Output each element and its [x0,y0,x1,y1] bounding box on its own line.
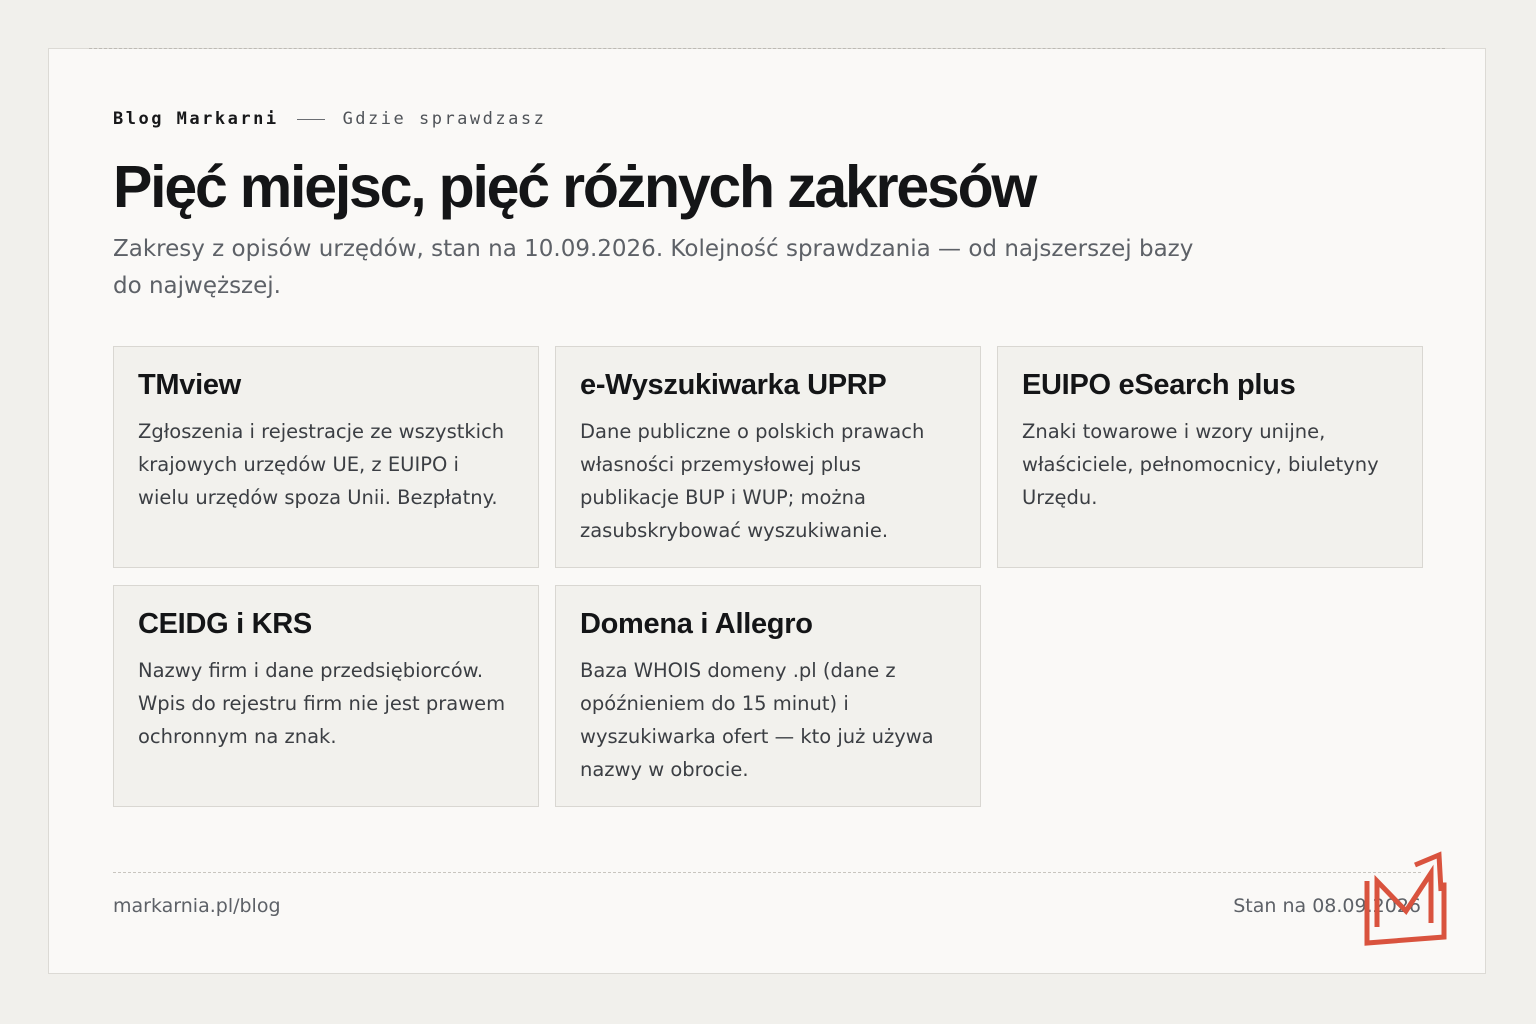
page-subtitle: Zakresy z opisów urzędów, stan na 10.09.… [113,236,1194,299]
blog-url-link[interactable]: markarnia.pl/blog [113,895,281,917]
source-card-title: CEIDG i KRS [138,608,312,640]
footer-divider [113,872,1421,873]
article-card: Blog Markarni Gdzie sprawdzasz Pięć miej… [48,48,1486,974]
source-card-description: Znaki towarowe i wzory unijne, właścicie… [1022,420,1379,509]
page-title: Pięć miejsc, pięć różnych zakresów [113,154,1037,220]
section-label: Gdzie sprawdzasz [342,109,547,129]
source-card-domena-allegro: Domena i Allegro Baza WHOIS domeny .pl (… [555,585,981,807]
source-card-title: Domena i Allegro [580,608,813,640]
source-card-title: EUIPO eSearch plus [1022,369,1296,401]
source-card-title: TMview [138,369,241,401]
blog-brand: Blog Markarni [113,109,279,129]
sources-grid: TMview Zgłoszenia i rejestracje ze wszys… [113,346,1423,807]
top-divider [89,48,1445,49]
eyebrow-dash [296,118,325,120]
source-card-description: Zgłoszenia i rejestracje ze wszystkich k… [138,420,505,509]
source-card-description: Baza WHOIS domeny .pl (dane z opóźnienie… [580,659,934,781]
markarnia-m-logo-icon [1364,851,1447,946]
source-card-description: Dane publiczne o polskich prawach własno… [580,420,925,542]
eyebrow: Blog Markarni Gdzie sprawdzasz [113,109,546,129]
source-card-euipo-esearch-plus: EUIPO eSearch plus Znaki towarowe i wzor… [997,346,1423,568]
source-card-title: e-Wyszukiwarka UPRP [580,369,887,401]
source-card-e-wyszukiwarka-uprp: e-Wyszukiwarka UPRP Dane publiczne o pol… [555,346,981,568]
source-card-tmview: TMview Zgłoszenia i rejestracje ze wszys… [113,346,539,568]
source-card-ceidg-krs: CEIDG i KRS Nazwy firm i dane przedsiębi… [113,585,539,807]
source-card-description: Nazwy firm i dane przedsiębiorców. Wpis … [138,659,506,748]
